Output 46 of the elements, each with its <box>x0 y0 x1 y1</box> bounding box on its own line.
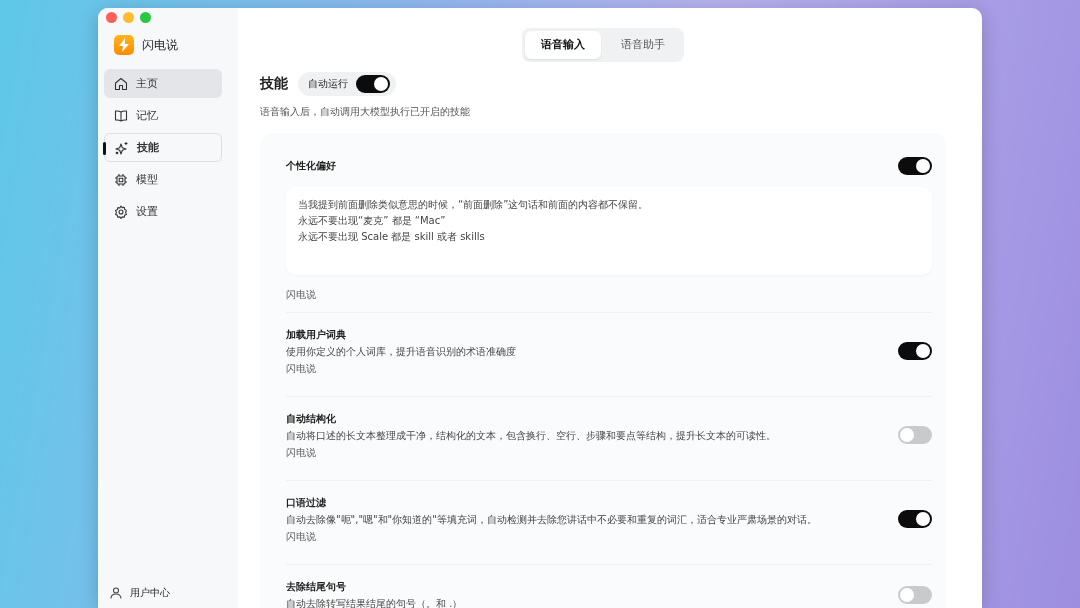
tab[interactable]: 语音输入 <box>525 31 601 59</box>
toggle-switch[interactable] <box>898 510 932 529</box>
toggle-switch[interactable] <box>898 426 932 445</box>
book-icon <box>114 108 128 123</box>
app-name: 闪电说 <box>142 37 178 54</box>
skill-title: 去除结尾句号 <box>286 579 347 594</box>
sidebar-item[interactable]: 记忆 <box>104 101 222 130</box>
skill-source: 闪电说 <box>286 287 317 302</box>
skill-description: 自动去除转写结果结尾的句号（。和 .） <box>286 596 463 608</box>
toggle-switch[interactable] <box>898 585 932 604</box>
sidebar-item[interactable]: 设置 <box>104 197 222 226</box>
skill-title: 个性化偏好 <box>286 159 336 174</box>
section-subtitle: 语音输入后，自动调用大模型执行已开启的技能 <box>260 104 471 119</box>
gear-icon <box>114 204 128 219</box>
chip-icon <box>114 172 128 187</box>
sidebar-item[interactable]: 模型 <box>104 165 222 194</box>
selection-indicator <box>103 142 106 155</box>
toggle-switch[interactable] <box>898 342 932 361</box>
home-icon <box>114 76 128 91</box>
auto-run-label: 自动运行 <box>308 77 348 92</box>
user-center-link[interactable]: 用户中心 <box>102 585 238 600</box>
sidebar-item[interactable]: 技能 <box>104 133 222 162</box>
zoom-button[interactable] <box>140 12 151 23</box>
skill-title: 口语过滤 <box>286 495 327 510</box>
sidebar-item[interactable]: 主页 <box>104 69 222 98</box>
skill-title: 自动结构化 <box>286 411 337 426</box>
skill-source: 闪电说 <box>286 445 317 460</box>
skill-source: 闪电说 <box>286 529 317 544</box>
sparkle-icon <box>115 140 129 155</box>
text-line: 永远不要出现 Scale 都是 skill 或者 skills <box>298 229 486 244</box>
input-field[interactable]: 当我提到前面删除类似意思的时候，“前面删除”这句话和前面的内容都不保留。 永远不要出现“麦克” 都是 “Mac” 永远不要出现 Scale 都是 skill 或者 skills <box>286 186 932 275</box>
section-title: 技能 <box>260 74 288 94</box>
close-button[interactable] <box>106 12 117 23</box>
skill-title: 加载用户词典 <box>286 327 347 342</box>
skill-description: 使用你定义的个人词库，提升语音识别的术语准确度 <box>286 344 516 359</box>
text-line: 永远不要出现“麦克” 都是 “Mac” <box>298 213 447 228</box>
tab[interactable]: 语音助手 <box>605 31 681 59</box>
toggle-switch[interactable] <box>898 156 932 175</box>
skill-source: 闪电说 <box>286 361 317 376</box>
skill-description: 自动去除像"呃","嗯"和"你知道的"等填充词，自动检测并去除您讲话中不必要和重复的词汇，适合专业严肃场景的对话。 <box>286 512 817 527</box>
minimize-button[interactable] <box>123 12 134 23</box>
toggle-switch[interactable] <box>356 74 390 93</box>
skill-description: 自动将口述的长文本整理成干净，结构化的文本，包含换行、空行、步骤和要点等结构，提升长文本的可读性。 <box>286 428 776 443</box>
text-line: 当我提到前面删除类似意思的时候，“前面删除”这句话和前面的内容都不保留。 <box>298 197 650 212</box>
person-icon <box>110 586 122 599</box>
lightning-logo-icon <box>114 35 134 55</box>
